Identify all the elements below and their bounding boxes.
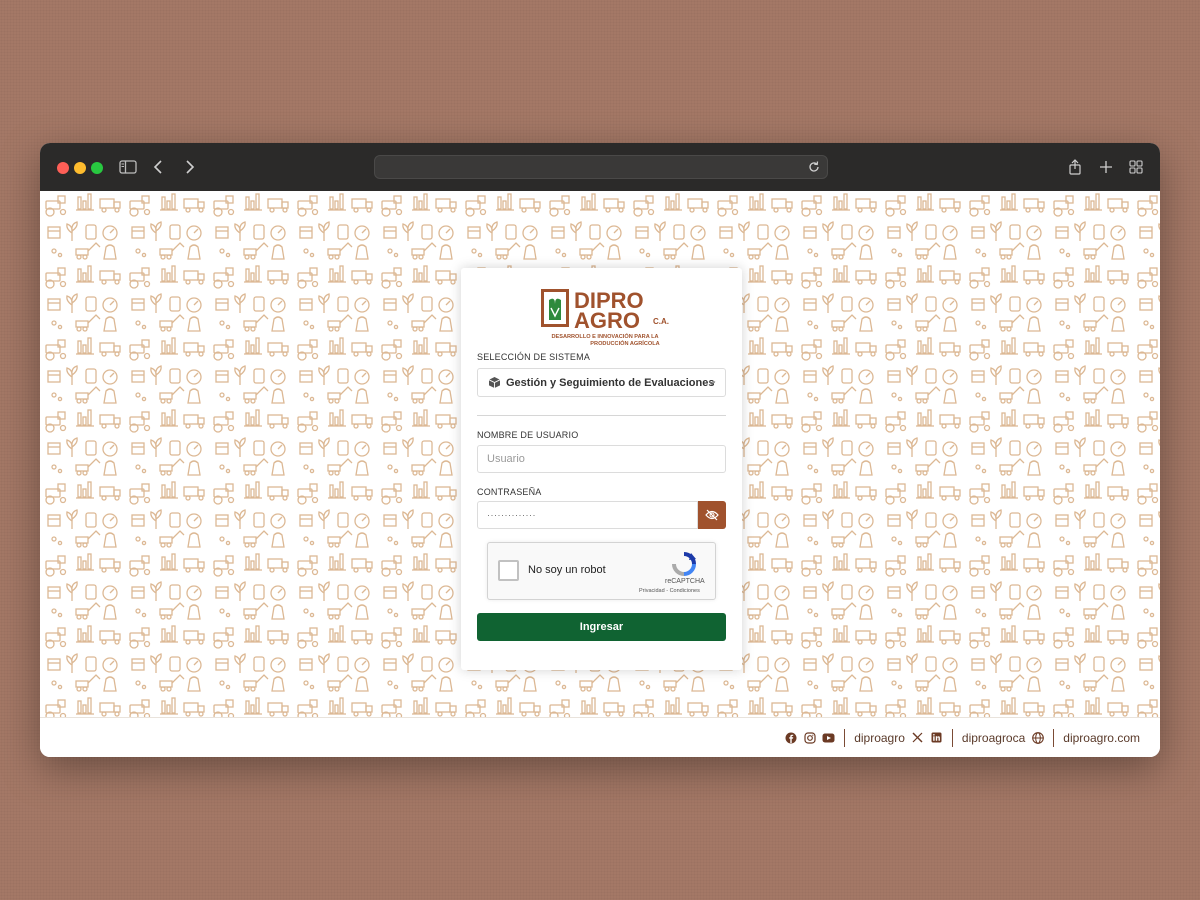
maximize-window-button[interactable] [91, 162, 103, 174]
footer-separator [844, 728, 846, 747]
footer-handle[interactable]: diproagro [854, 731, 905, 745]
diproagro-logo: DIPRO AGRO C.A. DESARROLLO E INNOVACIÓN … [541, 286, 671, 348]
eye-off-icon [705, 509, 719, 521]
minimize-window-button[interactable] [74, 162, 86, 174]
facebook-icon[interactable] [784, 731, 797, 744]
globe-icon[interactable] [1031, 731, 1044, 744]
logo-tagline-2: PRODUCCIÓN AGRÍCOLA [590, 339, 659, 347]
tab-overview-icon[interactable] [1124, 155, 1148, 179]
footer-handle-2[interactable]: diproagroca [962, 731, 1025, 745]
system-select[interactable]: Gestión y Seguimiento de Evaluaciones [477, 368, 726, 397]
reload-icon[interactable] [807, 160, 821, 174]
chevron-down-icon [708, 381, 716, 386]
sidebar-toggle-icon[interactable] [116, 155, 140, 179]
instagram-icon[interactable] [803, 731, 816, 744]
username-label: NOMBRE DE USUARIO [477, 430, 579, 440]
page-footer: diproagro diproagroca diproagro.com [40, 717, 1160, 757]
logo-line2: AGRO [574, 308, 640, 333]
forward-icon[interactable] [178, 155, 202, 179]
section-divider [477, 415, 726, 416]
footer-separator [1053, 728, 1055, 747]
page-content: DIPRO AGRO C.A. DESARROLLO E INNOVACIÓN … [40, 191, 1160, 717]
system-select-value: Gestión y Seguimiento de Evaluaciones [506, 376, 715, 389]
recaptcha-widget: No soy un robot reCAPTCHA Privacidad - C… [487, 542, 716, 600]
linkedin-icon[interactable] [930, 731, 943, 744]
password-label: CONTRASEÑA [477, 487, 542, 497]
share-icon[interactable] [1063, 155, 1087, 179]
browser-titlebar [40, 143, 1160, 191]
login-card: DIPRO AGRO C.A. DESARROLLO E INNOVACIÓN … [461, 268, 742, 670]
box-icon [488, 376, 501, 389]
system-select-label: SELECCIÓN DE SISTEMA [477, 352, 591, 362]
password-input[interactable]: ·············· [477, 501, 698, 529]
username-input[interactable] [477, 445, 726, 473]
address-bar[interactable] [374, 155, 828, 179]
new-tab-icon[interactable] [1094, 155, 1118, 179]
footer-separator [951, 728, 953, 747]
back-icon[interactable] [146, 155, 170, 179]
footer-website[interactable]: diproagro.com [1063, 731, 1140, 745]
close-window-button[interactable] [57, 162, 69, 174]
recaptcha-logo-icon [672, 552, 696, 576]
youtube-icon[interactable] [822, 731, 835, 744]
recaptcha-links[interactable]: Privacidad - Condiciones [639, 588, 700, 594]
x-icon[interactable] [911, 731, 924, 744]
toggle-password-button[interactable] [698, 501, 726, 529]
recaptcha-text: No soy un robot [528, 564, 606, 576]
logo-tagline-1: DESARROLLO E INNOVACIÓN PARA LA [551, 332, 658, 340]
browser-window: DIPRO AGRO C.A. DESARROLLO E INNOVACIÓN … [40, 143, 1160, 757]
recaptcha-brand: reCAPTCHA [665, 578, 705, 585]
recaptcha-checkbox[interactable] [498, 560, 519, 581]
login-button[interactable]: Ingresar [477, 613, 726, 641]
logo-suffix: C.A. [653, 317, 669, 326]
